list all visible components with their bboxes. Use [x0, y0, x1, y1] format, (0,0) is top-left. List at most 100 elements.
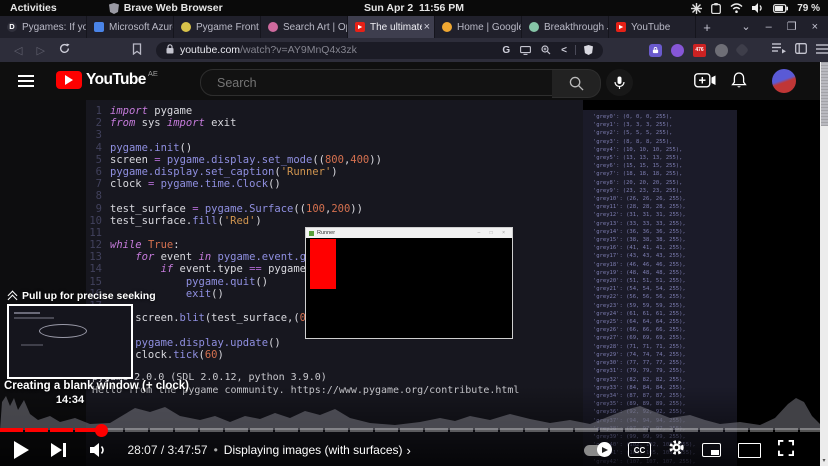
close-icon[interactable]: × — [812, 22, 818, 33]
color-entry: 'grey28': (71, 71, 71, 255), — [583, 343, 737, 351]
color-entry: 'grey16': (41, 41, 41, 255), — [583, 244, 737, 252]
screen: Activities Brave Web Browser Sun Apr 2 1… — [0, 0, 828, 466]
pygame-icon — [181, 22, 191, 32]
next-button[interactable] — [51, 443, 66, 457]
browser-tab[interactable]: ▸YouTube — [609, 16, 696, 38]
search-button[interactable] — [552, 69, 601, 98]
share-icon[interactable]: < — [561, 45, 567, 56]
create-icon — [694, 73, 716, 88]
play-button[interactable] — [14, 441, 29, 459]
browser-tab[interactable]: ▸The ultimate× — [348, 16, 435, 38]
scrollbar-down-arrow[interactable]: ▾ — [820, 456, 828, 466]
captions-button[interactable]: CC — [628, 442, 651, 458]
mic-icon — [614, 76, 625, 90]
clipboard-icon — [711, 3, 721, 14]
browser-tab[interactable]: Microsoft Azure — [87, 16, 174, 38]
counter-extension-icon[interactable]: 476 — [693, 44, 706, 57]
color-entry: 'grey24': (61, 61, 61, 255), — [583, 310, 737, 318]
settings-button[interactable] — [668, 439, 685, 461]
url-host: youtube.com — [180, 44, 240, 56]
autoplay-toggle[interactable] — [584, 445, 611, 456]
battery-percent: 79 % — [797, 3, 820, 14]
scrollbar-thumb[interactable] — [821, 62, 828, 126]
progress-played — [0, 428, 101, 432]
color-entry: 'grey25': (64, 64, 64, 255), — [583, 318, 737, 326]
playlist-icon[interactable] — [772, 41, 786, 59]
window-controls: ⌄ – ❐ × — [741, 16, 818, 38]
current-chapter[interactable]: Displaying images (with surfaces) — [224, 443, 403, 457]
browser-tab[interactable]: Pygame Front P — [174, 16, 261, 38]
dark-extension-icon[interactable] — [735, 43, 749, 57]
reload-icon[interactable] — [59, 43, 70, 57]
chapter-preview-title: Creating a blank window (+ clock) — [4, 380, 189, 392]
password-extension-icon[interactable] — [649, 44, 662, 57]
code-line: 3 — [88, 129, 382, 141]
mic-button[interactable] — [606, 69, 633, 96]
search-box[interactable] — [200, 69, 554, 96]
browser-tab[interactable]: DPygames: If you — [0, 16, 87, 38]
color-entry: 'grey13': (33, 33, 33, 255), — [583, 220, 737, 228]
system-top-bar: Activities Brave Web Browser Sun Apr 2 1… — [0, 0, 828, 16]
system-tray[interactable]: 79 % — [691, 3, 820, 14]
color-entry: 'grey9': (23, 23, 23, 255), — [583, 187, 737, 195]
color-entry: 'grey10': (26, 26, 26, 255), — [583, 195, 737, 203]
zoom-in-icon[interactable] — [541, 45, 551, 55]
notifications-bell-icon — [731, 72, 747, 89]
restore-icon[interactable]: ❐ — [787, 22, 797, 33]
back-icon[interactable]: ◁ — [14, 44, 22, 57]
forward-icon[interactable]: ▷ — [36, 44, 44, 57]
chapter-chevron-icon[interactable]: › — [407, 443, 411, 458]
avatar[interactable] — [772, 69, 796, 93]
search-input[interactable] — [215, 75, 519, 91]
tab-title: Search Art | Ope — [283, 22, 347, 33]
address-bar[interactable]: youtube.com/watch?v=AY9MnQ4x3zk G < — [156, 42, 603, 59]
tab-close-icon[interactable]: × — [424, 21, 430, 33]
purple-extension-icon[interactable] — [671, 44, 684, 57]
browser-tab[interactable]: Home | Google — [435, 16, 522, 38]
google-icon[interactable]: G — [502, 45, 510, 56]
volume-icon — [752, 3, 764, 13]
notifications-button[interactable] — [731, 72, 747, 89]
color-entry: 'grey31': (79, 79, 79, 255), — [583, 367, 737, 375]
guide-burger-icon[interactable] — [18, 75, 34, 87]
tab-title: Home | Google — [457, 22, 521, 33]
muted-extension-icon[interactable] — [715, 44, 728, 57]
red-surface — [310, 239, 336, 289]
wifi-icon — [730, 3, 743, 13]
tab-search-icon[interactable]: ⌄ — [741, 22, 750, 33]
browser-tab[interactable]: Search Art | Ope — [261, 16, 348, 38]
youtube-logo[interactable]: YouTube AE — [56, 71, 158, 89]
theater-button[interactable] — [738, 443, 761, 458]
volume-button[interactable] — [90, 443, 110, 457]
color-entry: 'grey6': (15, 15, 15, 255), — [583, 162, 737, 170]
seek-hint-label: Pull up for precise seeking — [22, 290, 156, 302]
create-button[interactable] — [694, 73, 716, 88]
send-to-device-icon[interactable] — [520, 46, 531, 55]
url-path: /watch?v=AY9MnQ4x3zk — [240, 44, 357, 56]
brave-shield-icon[interactable] — [584, 45, 593, 55]
color-entry: 'grey18': (46, 46, 46, 255), — [583, 261, 737, 269]
color-entry: 'grey23': (59, 59, 59, 255), — [583, 302, 737, 310]
menu-icon[interactable] — [816, 41, 828, 59]
fullscreen-button[interactable] — [778, 440, 794, 461]
minimize-icon[interactable]: – — [766, 22, 772, 33]
progress-track[interactable] — [0, 428, 820, 432]
code-line: 1import pygame — [88, 105, 382, 117]
page-scrollbar[interactable]: ▾ — [820, 62, 828, 466]
player-controls: 28:07 / 3:47:57 • Displaying images (wit… — [0, 434, 820, 466]
new-tab-button[interactable]: + — [696, 16, 718, 38]
color-entry: 'grey14': (36, 36, 36, 255), — [583, 228, 737, 236]
browser-tab[interactable]: Breakthrough J — [522, 16, 609, 38]
fullscreen-icon — [778, 440, 794, 456]
tab-title: Microsoft Azure — [109, 22, 173, 33]
pygame-window: Runner – □ × — [305, 227, 513, 339]
seek-hint: Pull up for precise seeking — [8, 290, 156, 302]
screencast-icon — [691, 3, 702, 14]
progress-bar[interactable] — [0, 428, 820, 432]
leaf-icon — [529, 22, 539, 32]
bookmark-icon[interactable] — [132, 43, 142, 58]
miniplayer-button[interactable] — [702, 443, 721, 457]
color-entry: 'grey4': (10, 10, 10, 255), — [583, 146, 737, 154]
sidebar-icon[interactable] — [795, 41, 807, 59]
video-player[interactable]: 1import pygame2from sys import exit34pyg… — [0, 100, 820, 466]
